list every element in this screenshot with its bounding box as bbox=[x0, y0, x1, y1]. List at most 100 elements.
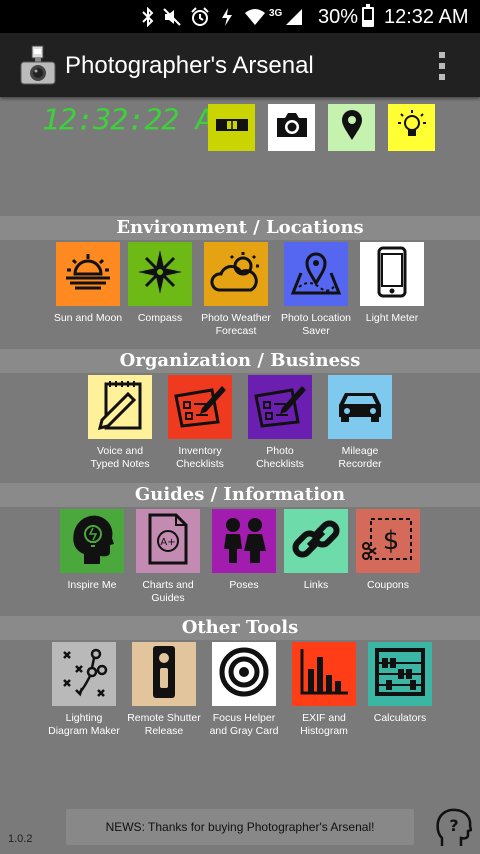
tool-label: Inspire Me bbox=[67, 579, 117, 591]
coupon-icon: $ bbox=[361, 516, 415, 567]
tool-photo-weather-forecast[interactable]: Photo Weather Forecast bbox=[198, 242, 274, 338]
tool-inspire-me[interactable]: Inspire Me bbox=[54, 509, 130, 592]
poses-tile[interactable] bbox=[212, 509, 276, 573]
location-saver-tile[interactable] bbox=[284, 242, 348, 306]
location-button[interactable] bbox=[328, 104, 375, 151]
tool-poses[interactable]: Poses bbox=[206, 509, 282, 592]
head-idea-icon bbox=[68, 512, 116, 571]
tool-label: Compass bbox=[137, 312, 183, 324]
tool-inventory-checklists[interactable]: Inventory Checklists bbox=[162, 375, 238, 471]
abacus-icon bbox=[374, 647, 426, 702]
remote-icon bbox=[151, 644, 177, 705]
weather-icon bbox=[209, 250, 263, 299]
mileage-tile[interactable] bbox=[328, 375, 392, 439]
svg-text:A+: A+ bbox=[160, 537, 175, 548]
light-bulb-icon bbox=[396, 108, 428, 147]
tool-label: EXIF and Histogram bbox=[300, 712, 348, 737]
alarm-icon bbox=[190, 7, 210, 27]
tool-light-meter[interactable]: Light Meter bbox=[354, 242, 430, 325]
tool-links[interactable]: Links bbox=[278, 509, 354, 592]
tool-label: Lighting Diagram Maker bbox=[48, 712, 120, 737]
signal-icon bbox=[285, 8, 303, 26]
tool-calculators[interactable]: Calculators bbox=[362, 642, 438, 725]
battery-percent: 30% bbox=[318, 6, 359, 28]
level-icon bbox=[215, 118, 249, 137]
tool-label: Calculators bbox=[373, 712, 427, 724]
camera-flash-icon bbox=[20, 45, 56, 85]
bluetooth-icon bbox=[142, 7, 154, 27]
digital-clock: 12:32:22 AM bbox=[42, 103, 231, 138]
tool-label: Remote Shutter Release bbox=[127, 712, 201, 737]
tool-label: Focus Helper and Gray Card bbox=[209, 712, 279, 737]
battery-icon bbox=[362, 4, 374, 27]
tool-focus-helper[interactable]: Focus Helper and Gray Card bbox=[206, 642, 282, 738]
tool-label: Mileage Recorder bbox=[338, 445, 382, 470]
notes-tile[interactable] bbox=[88, 375, 152, 439]
wifi-icon bbox=[244, 8, 266, 26]
overflow-menu-icon[interactable] bbox=[432, 49, 452, 83]
lighting-diagram-tile[interactable] bbox=[52, 642, 116, 706]
car-icon bbox=[335, 387, 385, 428]
section-header-organization: Organization / Business bbox=[0, 349, 480, 373]
tool-label: Coupons bbox=[366, 579, 410, 591]
sun-and-moon-tile[interactable] bbox=[56, 242, 120, 306]
calculators-tile[interactable] bbox=[368, 642, 432, 706]
tool-photo-checklists[interactable]: Photo Checklists bbox=[242, 375, 318, 471]
links-tile[interactable] bbox=[284, 509, 348, 573]
app-title: Photographer's Arsenal bbox=[65, 52, 314, 79]
tool-coupons[interactable]: $ Coupons bbox=[350, 509, 426, 592]
charts-guides-tile[interactable]: A+ bbox=[136, 509, 200, 573]
section-header-guides: Guides / Information bbox=[0, 483, 480, 507]
tool-label: Inventory Checklists bbox=[176, 445, 224, 470]
level-button[interactable] bbox=[208, 104, 255, 151]
network-type: 3G bbox=[269, 7, 283, 19]
tool-photo-location-saver[interactable]: Photo Location Saver bbox=[278, 242, 354, 338]
tool-remote-shutter-release[interactable]: Remote Shutter Release bbox=[126, 642, 202, 738]
tool-label: Charts and Guides bbox=[142, 579, 194, 604]
focus-helper-tile[interactable] bbox=[212, 642, 276, 706]
tool-compass[interactable]: Compass bbox=[122, 242, 198, 325]
app-bar: Photographer's Arsenal bbox=[0, 33, 480, 97]
sunrise-icon bbox=[63, 252, 113, 297]
news-banner[interactable]: NEWS: Thanks for buying Photographer's A… bbox=[66, 809, 414, 845]
inspire-me-tile[interactable] bbox=[60, 509, 124, 573]
tool-label: Poses bbox=[229, 579, 259, 591]
tool-exif-and-histogram[interactable]: EXIF and Histogram bbox=[286, 642, 362, 738]
tool-voice-and-typed-notes[interactable]: Voice and Typed Notes bbox=[82, 375, 158, 471]
coupons-tile[interactable]: $ bbox=[356, 509, 420, 573]
weather-tile[interactable] bbox=[204, 242, 268, 306]
remote-shutter-tile[interactable] bbox=[132, 642, 196, 706]
mute-icon bbox=[163, 8, 181, 26]
tool-charts-and-guides[interactable]: A+ Charts and Guides bbox=[130, 509, 206, 605]
inventory-checklists-tile[interactable] bbox=[168, 375, 232, 439]
notepad-icon bbox=[94, 378, 146, 437]
photo-checklists-tile[interactable] bbox=[248, 375, 312, 439]
tool-sun-and-moon[interactable]: Sun and Moon bbox=[50, 242, 126, 325]
checklist-icon bbox=[252, 382, 308, 433]
tool-label: Photo Location Saver bbox=[280, 312, 352, 337]
svg-text:?: ? bbox=[449, 816, 458, 835]
tool-mileage-recorder[interactable]: Mileage Recorder bbox=[322, 375, 398, 471]
camera-button[interactable] bbox=[268, 104, 315, 151]
flashlight-button[interactable] bbox=[388, 104, 435, 151]
checklist-icon bbox=[172, 382, 228, 433]
status-bar: 3G 30% 12:32 AM bbox=[0, 0, 480, 33]
location-pin-icon bbox=[341, 109, 363, 146]
tool-label: Photo Checklists bbox=[256, 445, 304, 470]
tool-lighting-diagram-maker[interactable]: Lighting Diagram Maker bbox=[46, 642, 122, 738]
app-version: 1.0.2 bbox=[8, 833, 33, 845]
section-header-other-tools: Other Tools bbox=[0, 616, 480, 640]
compass-icon bbox=[136, 248, 184, 301]
light-meter-tile[interactable] bbox=[360, 242, 424, 306]
exif-histogram-tile[interactable] bbox=[292, 642, 356, 706]
tool-label: Photo Weather Forecast bbox=[201, 312, 271, 337]
target-icon bbox=[218, 646, 270, 703]
histogram-icon bbox=[298, 647, 350, 702]
diagram-icon bbox=[58, 646, 110, 703]
people-icon bbox=[218, 513, 270, 570]
link-icon bbox=[290, 513, 342, 570]
compass-tile[interactable] bbox=[128, 242, 192, 306]
map-location-icon bbox=[289, 249, 343, 300]
help-icon[interactable]: ? bbox=[436, 808, 473, 848]
tool-label: Light Meter bbox=[365, 312, 419, 324]
